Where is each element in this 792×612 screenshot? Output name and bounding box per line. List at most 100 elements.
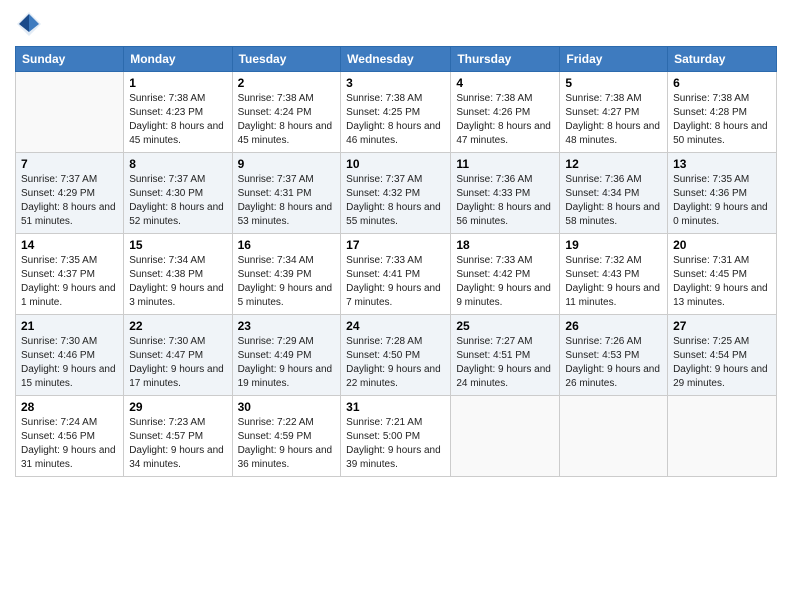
calendar-week-row: 28 Sunrise: 7:24 AMSunset: 4:56 PMDayligh… (16, 396, 777, 477)
day-info: Sunrise: 7:29 AMSunset: 4:49 PMDaylight:… (238, 335, 336, 391)
calendar-cell: 7 Sunrise: 7:37 AMSunset: 4:29 PMDaylight… (16, 153, 124, 234)
calendar-week-row: 14 Sunrise: 7:35 AMSunset: 4:37 PMDayligh… (16, 234, 777, 315)
day-info: Sunrise: 7:27 AMSunset: 4:51 PMDaylight:… (456, 335, 554, 391)
calendar-table: SundayMondayTuesdayWednesdayThursdayFrid… (15, 46, 777, 477)
calendar-cell: 1Sunrise: 7:38 AMSunset: 4:23 PMDaylight… (124, 72, 232, 153)
day-number: 9 (238, 157, 336, 171)
day-number: 1 (129, 76, 226, 90)
day-info: Sunrise: 7:30 AMSunset: 4:46 PMDaylight:… (21, 335, 118, 391)
day-info: Sunrise: 7:33 AMSunset: 4:42 PMDaylight:… (456, 254, 554, 310)
page: SundayMondayTuesdayWednesdayThursdayFrid… (0, 0, 792, 612)
day-number: 2 (238, 76, 336, 90)
day-info: Sunrise: 7:23 AMSunset: 4:57 PMDaylight:… (129, 416, 226, 472)
day-info: Sunrise: 7:37 AMSunset: 4:29 PMDaylight:… (21, 173, 118, 229)
calendar-cell: 29 Sunrise: 7:23 AMSunset: 4:57 PMDayligh… (124, 396, 232, 477)
calendar-cell (560, 396, 668, 477)
calendar-cell: 15 Sunrise: 7:34 AMSunset: 4:38 PMDayligh… (124, 234, 232, 315)
day-info: Sunrise: 7:24 AMSunset: 4:56 PMDaylight:… (21, 416, 118, 472)
day-number: 3 (346, 76, 445, 90)
day-number: 30 (238, 400, 336, 414)
calendar-cell: 31 Sunrise: 7:21 AMSunset: 5:00 PMDayligh… (341, 396, 451, 477)
day-info: Sunrise: 7:30 AMSunset: 4:47 PMDaylight:… (129, 335, 226, 391)
day-number: 15 (129, 238, 226, 252)
calendar-cell: 14 Sunrise: 7:35 AMSunset: 4:37 PMDayligh… (16, 234, 124, 315)
weekday-header: Thursday (451, 47, 560, 72)
day-number: 17 (346, 238, 445, 252)
calendar-cell: 22 Sunrise: 7:30 AMSunset: 4:47 PMDayligh… (124, 315, 232, 396)
calendar-week-row: 21 Sunrise: 7:30 AMSunset: 4:46 PMDayligh… (16, 315, 777, 396)
day-info: Sunrise: 7:36 AMSunset: 4:34 PMDaylight:… (565, 173, 662, 229)
day-info: Sunrise: 7:35 AMSunset: 4:37 PMDaylight:… (21, 254, 118, 310)
calendar-cell: 16 Sunrise: 7:34 AMSunset: 4:39 PMDayligh… (232, 234, 341, 315)
calendar-cell: 2 Sunrise: 7:38 AMSunset: 4:24 PMDaylight… (232, 72, 341, 153)
day-info: Sunrise: 7:22 AMSunset: 4:59 PMDaylight:… (238, 416, 336, 472)
logo (15, 10, 47, 38)
day-info: Sunrise: 7:25 AMSunset: 4:54 PMDaylight:… (673, 335, 771, 391)
day-number: 8 (129, 157, 226, 171)
calendar-cell: 20 Sunrise: 7:31 AMSunset: 4:45 PMDayligh… (668, 234, 777, 315)
day-info: Sunrise: 7:21 AMSunset: 5:00 PMDaylight:… (346, 416, 445, 472)
day-info: Sunrise: 7:37 AMSunset: 4:31 PMDaylight:… (238, 173, 336, 229)
day-number: 29 (129, 400, 226, 414)
weekday-header: Tuesday (232, 47, 341, 72)
day-number: 4 (456, 76, 554, 90)
day-info: Sunrise: 7:34 AMSunset: 4:38 PMDaylight:… (129, 254, 226, 310)
day-info: Sunrise: 7:38 AMSunset: 4:25 PMDaylight:… (346, 92, 445, 148)
day-number: 28 (21, 400, 118, 414)
header (15, 10, 777, 38)
calendar-cell (668, 396, 777, 477)
day-number: 31 (346, 400, 445, 414)
calendar-cell: 23 Sunrise: 7:29 AMSunset: 4:49 PMDayligh… (232, 315, 341, 396)
day-number: 16 (238, 238, 336, 252)
calendar-cell: 24 Sunrise: 7:28 AMSunset: 4:50 PMDayligh… (341, 315, 451, 396)
day-info: Sunrise: 7:38 AMSunset: 4:28 PMDaylight:… (673, 92, 771, 148)
calendar-cell (451, 396, 560, 477)
day-info: Sunrise: 7:31 AMSunset: 4:45 PMDaylight:… (673, 254, 771, 310)
calendar-cell: 28 Sunrise: 7:24 AMSunset: 4:56 PMDayligh… (16, 396, 124, 477)
day-number: 19 (565, 238, 662, 252)
day-number: 10 (346, 157, 445, 171)
day-number: 23 (238, 319, 336, 333)
day-number: 25 (456, 319, 554, 333)
logo-icon (15, 10, 43, 38)
day-number: 6 (673, 76, 771, 90)
calendar-cell: 11Sunrise: 7:36 AMSunset: 4:33 PMDayligh… (451, 153, 560, 234)
day-number: 18 (456, 238, 554, 252)
day-info: Sunrise: 7:38 AMSunset: 4:24 PMDaylight:… (238, 92, 336, 148)
day-info: Sunrise: 7:32 AMSunset: 4:43 PMDaylight:… (565, 254, 662, 310)
calendar-cell: 4 Sunrise: 7:38 AMSunset: 4:26 PMDaylight… (451, 72, 560, 153)
day-number: 27 (673, 319, 771, 333)
weekday-header: Wednesday (341, 47, 451, 72)
calendar-cell: 9 Sunrise: 7:37 AMSunset: 4:31 PMDaylight… (232, 153, 341, 234)
day-info: Sunrise: 7:38 AMSunset: 4:26 PMDaylight:… (456, 92, 554, 148)
day-info: Sunrise: 7:38 AMSunset: 4:27 PMDaylight:… (565, 92, 662, 148)
calendar-cell: 6 Sunrise: 7:38 AMSunset: 4:28 PMDaylight… (668, 72, 777, 153)
calendar-cell: 18 Sunrise: 7:33 AMSunset: 4:42 PMDayligh… (451, 234, 560, 315)
calendar-cell: 10Sunrise: 7:37 AMSunset: 4:32 PMDayligh… (341, 153, 451, 234)
weekday-header: Saturday (668, 47, 777, 72)
calendar-week-row: 1Sunrise: 7:38 AMSunset: 4:23 PMDaylight… (16, 72, 777, 153)
calendar-cell: 8Sunrise: 7:37 AMSunset: 4:30 PMDaylight… (124, 153, 232, 234)
calendar-cell (16, 72, 124, 153)
calendar-cell: 19 Sunrise: 7:32 AMSunset: 4:43 PMDayligh… (560, 234, 668, 315)
day-number: 14 (21, 238, 118, 252)
day-number: 20 (673, 238, 771, 252)
calendar-cell: 12Sunrise: 7:36 AMSunset: 4:34 PMDayligh… (560, 153, 668, 234)
day-number: 21 (21, 319, 118, 333)
calendar-cell: 13Sunrise: 7:35 AMSunset: 4:36 PMDayligh… (668, 153, 777, 234)
day-info: Sunrise: 7:35 AMSunset: 4:36 PMDaylight:… (673, 173, 771, 229)
day-number: 22 (129, 319, 226, 333)
calendar-cell: 21 Sunrise: 7:30 AMSunset: 4:46 PMDayligh… (16, 315, 124, 396)
calendar-cell: 26Sunrise: 7:26 AMSunset: 4:53 PMDayligh… (560, 315, 668, 396)
day-info: Sunrise: 7:34 AMSunset: 4:39 PMDaylight:… (238, 254, 336, 310)
calendar-cell: 3 Sunrise: 7:38 AMSunset: 4:25 PMDaylight… (341, 72, 451, 153)
day-info: Sunrise: 7:28 AMSunset: 4:50 PMDaylight:… (346, 335, 445, 391)
weekday-header: Monday (124, 47, 232, 72)
day-number: 5 (565, 76, 662, 90)
day-number: 7 (21, 157, 118, 171)
calendar-cell: 30 Sunrise: 7:22 AMSunset: 4:59 PMDayligh… (232, 396, 341, 477)
day-number: 11 (456, 157, 554, 171)
weekday-header-row: SundayMondayTuesdayWednesdayThursdayFrid… (16, 47, 777, 72)
day-info: Sunrise: 7:26 AMSunset: 4:53 PMDaylight:… (565, 335, 662, 391)
day-number: 24 (346, 319, 445, 333)
